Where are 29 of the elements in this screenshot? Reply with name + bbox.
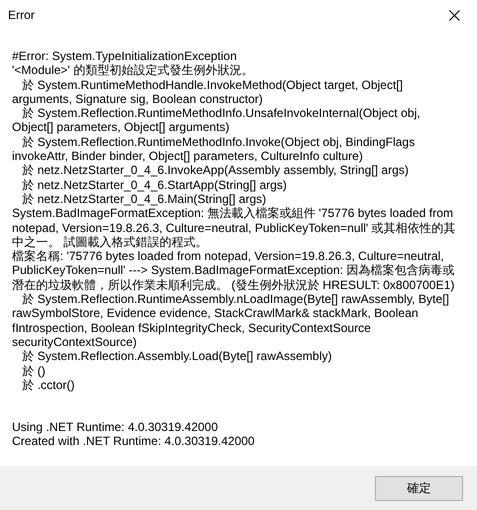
message-line: 於 .cctor() (21, 378, 76, 392)
message-line: 於 System.Reflection.RuntimeAssembly.nLoadImage(Byte[] rawAssembly, Byte[] (21, 292, 450, 306)
close-icon (448, 10, 460, 20)
message-line: securityContextSource) (12, 334, 138, 350)
message-line: invokeAttr, Binder binder, Object[] parameters, CultureInfo culture) (12, 149, 364, 164)
runtime-info-line: Created with .NET Runtime: 4.0.30319.42000 (12, 434, 256, 449)
message-line: notepad, Version=19.8.26.3, Culture=neutral, PublicKeyToken=null' 或其相依性的其 (12, 220, 457, 235)
message-line: 潛在的垃圾軟體，所以作業未順利完成。 (發生例外狀況於 HRESULT: 0x800700E1) (12, 278, 456, 292)
message-line: 於 System.Reflection.RuntimeMethodInfo.Invoke(Object obj, BindingFlags (21, 134, 416, 150)
message-line: 於 netz.NetzStarter_0_4_6.Main(String[] args) (21, 192, 266, 206)
message-line: 於 System.RuntimeMethodHandle.InvokeMethod(Object target, Object[] (21, 78, 404, 92)
window-title: Error (8, 8, 35, 22)
ok-button[interactable]: 確定 (375, 476, 463, 500)
runtime-info-line: Using .NET Runtime: 4.0.30319.42000 (12, 420, 219, 434)
message-line: '<Module>' 的類型初始設定式發生例外狀況。 (12, 63, 254, 78)
message-line: System.BadImageFormatException: 無法載入檔案或組件 '75776 bytes loaded from (12, 206, 454, 221)
message-line: rawSymbolStore, Evidence evidence, StackCrawlMark& stackMark, Boolean (12, 306, 420, 321)
message-line: #Error: System.TypeInitializationException (12, 49, 238, 64)
message-line: 於 netz.NetzStarter_0_4_6.StartApp(String[] args) (21, 178, 288, 192)
message-line: 於 System.Reflection.RuntimeMethodInfo.UnsafeInvokeInternal(Object obj, (21, 106, 422, 120)
message-line: Object[] parameters, Object[] arguments) (12, 120, 230, 135)
message-line: 於 System.Reflection.Assembly.Load(Byte[] rawAssembly) (21, 349, 333, 364)
message-line: fIntrospection, Boolean fSkipIntegrityCheck, SecurityContextSource (12, 320, 372, 335)
message-line: 中之一。 試圖載入格式錯誤的程式。 (12, 234, 208, 250)
message-line: 於 netz.NetzStarter_0_4_6.InvokeApp(Assembly assembly, String[] args) (21, 163, 410, 178)
message-line: PublicKeyToken=null' ---> System.BadImageFormatException: 因為檔案包含病毒或 (12, 263, 456, 278)
message-line: 檔案名稱: '75776 bytes loaded from notepad, Version=19.8.26.3, Culture=neutral, (12, 249, 445, 264)
message-line: arguments, Signature sig, Boolean constructor) (12, 92, 264, 106)
message-line: 於 () (21, 364, 46, 378)
